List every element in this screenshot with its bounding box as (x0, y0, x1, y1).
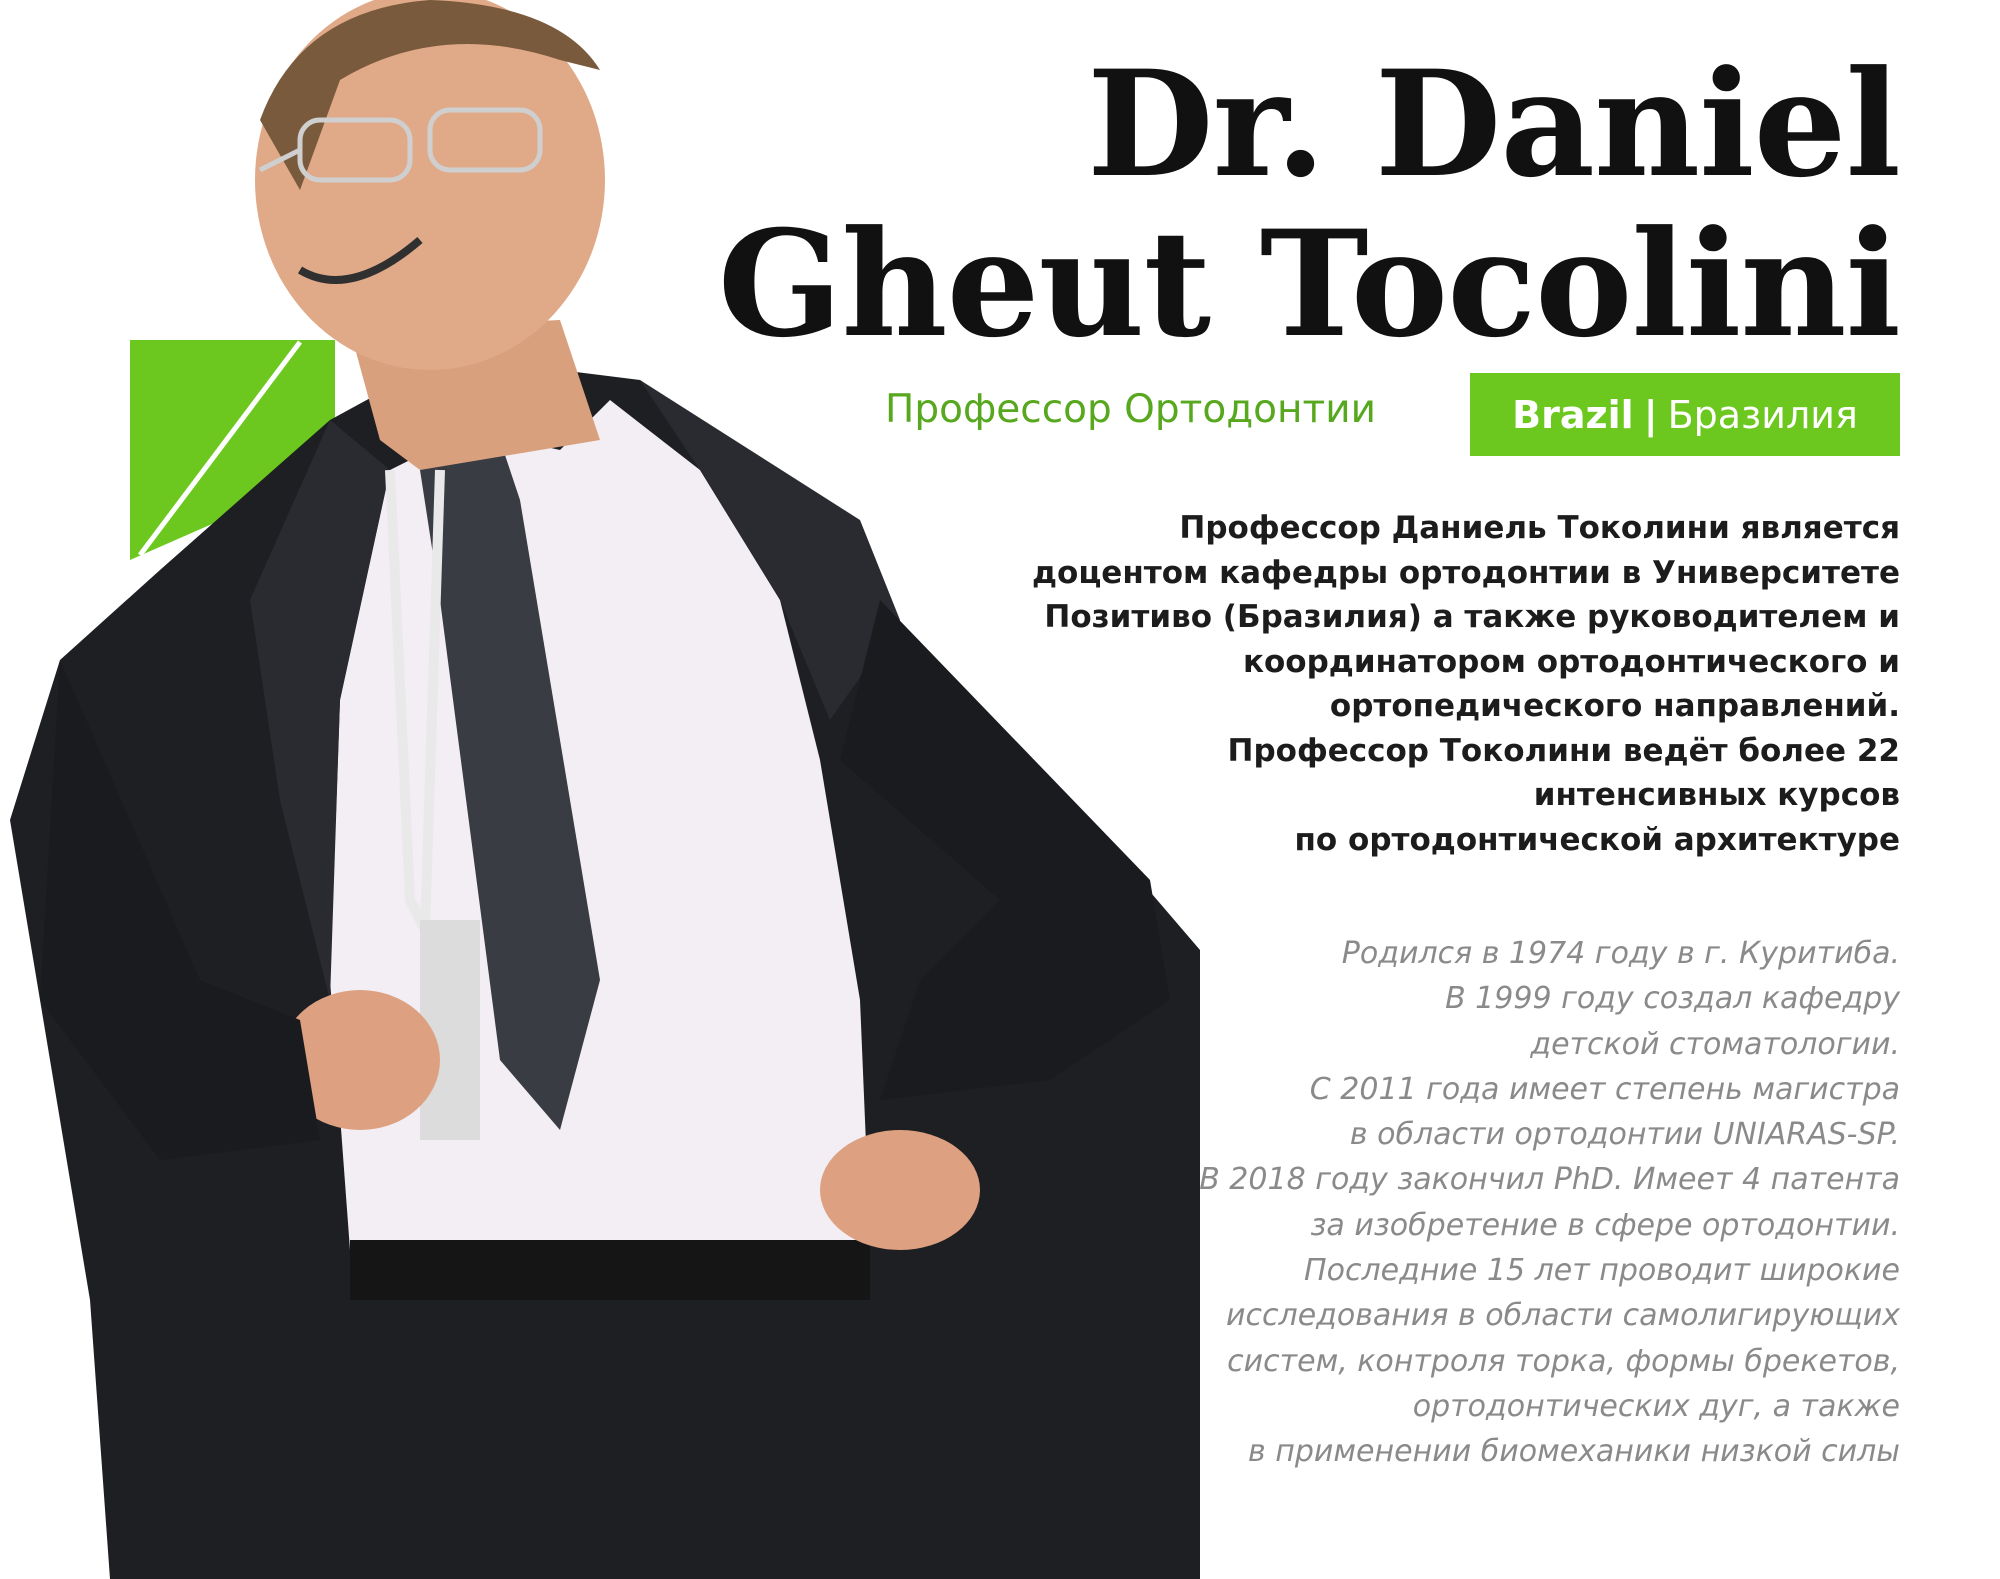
bio-line: доцентом кафедры ортодонтии в Университе… (1031, 554, 1900, 591)
facts-line: систем, контроля торка, формы брекетов, (1227, 1343, 1900, 1379)
facts-line: исследования в области самолигирующих (1226, 1298, 1900, 1334)
facts-line: Родился в 1974 году в г. Куритиба. (1341, 936, 1900, 971)
bio-line: координатором ортодонтического и (1242, 643, 1900, 680)
speaker-name: Dr. Daniel Gheut Tocolini (717, 39, 1901, 370)
country-en: Brazil (1512, 392, 1634, 437)
bio-line: по ортодонтической архитектуре (1294, 821, 1900, 858)
facts-line: детской стоматологии. (1530, 1026, 1900, 1062)
facts-line: в области ортодонтии UNIARAS-SP. (1349, 1117, 1900, 1153)
bio-line: Позитиво (Бразилия) а также руководителе… (1044, 599, 1900, 635)
country-separator: | (1643, 392, 1658, 437)
facts-paragraph: Родился в 1974 году в г. Куритиба. В 199… (900, 931, 1900, 1475)
bio-line: Профессор Токолини ведёт более 22 (1227, 732, 1900, 769)
facts-line: ортодонтических дуг, а также (1412, 1388, 1900, 1424)
role-title: Профессор Ортодонтии (885, 387, 1376, 432)
role-line: Профессор Ортодонтии Brazil | Бразилия (885, 373, 1900, 456)
facts-line: за изобретение в сфере ортодонтии. (1310, 1207, 1900, 1243)
bio-line: ортопедического направлений. (1329, 688, 1900, 724)
facts-line: С 2011 года имеет степень магистра (1309, 1071, 1900, 1107)
facts-line: В 1999 году создал кафедру (1445, 981, 1900, 1017)
facts-line: в применении биомеханики низкой силы (1248, 1434, 1900, 1470)
belt (350, 1240, 870, 1300)
speaker-name-line1: Dr. Daniel (1087, 39, 1901, 210)
facts-line: Последние 15 лет проводит широкие (1304, 1253, 1900, 1289)
speaker-name-line2: Gheut Tocolini (717, 199, 1901, 370)
facts-line: В 2018 году закончил PhD. Имеет 4 патент… (1199, 1162, 1900, 1198)
bio-line: интенсивных курсов (1533, 777, 1900, 813)
bio-line: Профессор Даниель Токолини является (1179, 510, 1900, 546)
country-ru: Бразилия (1667, 392, 1858, 437)
country-badge: Brazil | Бразилия (1470, 373, 1900, 456)
bio-paragraph: Профессор Даниель Токолини является доце… (920, 506, 1900, 862)
